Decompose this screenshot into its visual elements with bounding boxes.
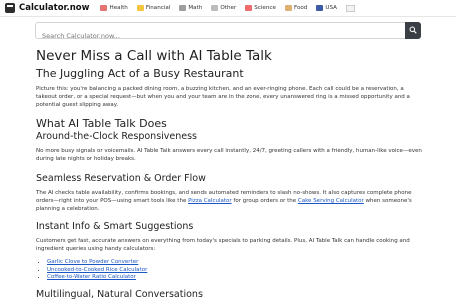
search-icon [409, 26, 417, 34]
nav-item-label: Math [188, 5, 203, 11]
coffee-ratio-calculator-link[interactable]: Coffee-to-Water Ratio Calculator [47, 274, 136, 280]
list-item: Coffee-to-Water Ratio Calculator [47, 274, 422, 282]
subsection-heading: Seamless Reservation & Order Flow [36, 173, 206, 184]
pizza-calculator-link[interactable]: Pizza Calculator [188, 198, 232, 204]
section-heading: What AI Table Talk Does [36, 117, 167, 130]
nav-item-math[interactable]: Math [176, 2, 205, 14]
nav-item-usa[interactable]: USA [313, 2, 340, 14]
subsection-heading: Instant Info & Smart Suggestions [36, 221, 194, 232]
search-input[interactable] [36, 28, 396, 44]
science-icon [245, 5, 253, 11]
subsection-heading: Around-the-Clock Responsiveness [36, 131, 198, 142]
paragraph: No more busy signals or voicemails. AI T… [36, 148, 422, 162]
nav-item-label: Other [220, 5, 237, 11]
language-selector[interactable] [343, 2, 359, 14]
rice-calculator-link[interactable]: Uncooked-to-Cooked Rice Calculator [47, 267, 147, 273]
nav-item-label: USA [325, 5, 337, 11]
nav-item-food[interactable]: Food [282, 2, 310, 14]
health-icon [100, 5, 108, 11]
nav-item-health[interactable]: Health [97, 2, 130, 14]
site-logo-text: Calculator.now [19, 3, 90, 13]
garlic-converter-link[interactable]: Garlic Clove to Powder Converter [47, 259, 138, 265]
nav-item-financial[interactable]: Financial [134, 2, 174, 14]
page-title: Never Miss a Call with AI Table Talk [36, 48, 272, 64]
paragraph-text: for group orders or the [231, 198, 298, 204]
math-icon [179, 5, 187, 11]
paragraph: Customers get fast, accurate answers on … [36, 238, 410, 252]
nav-item-label: Financial [145, 5, 171, 11]
search-bar [35, 22, 421, 44]
calculator-link-list: Garlic Clove to Powder Converter Uncooke… [36, 259, 422, 282]
nav-item-label: Food [293, 5, 308, 11]
nav-item-label: Health [109, 5, 128, 11]
section-heading: The Juggling Act of a Busy Restaurant [36, 67, 244, 80]
search-button[interactable] [405, 22, 421, 39]
food-icon [284, 5, 292, 11]
nav-item-label: Science [254, 5, 276, 11]
top-nav: Calculator.now Health Financial Math Oth… [0, 0, 456, 17]
subsection-heading: Multilingual, Natural Conversations [36, 288, 203, 300]
list-item: Garlic Clove to Powder Converter [47, 259, 422, 267]
language-flag-icon [345, 4, 355, 12]
nav-item-science[interactable]: Science [242, 2, 279, 14]
nav-item-other[interactable]: Other [208, 2, 239, 14]
paragraph: Picture this: you're balancing a packed … [36, 86, 410, 108]
site-logo[interactable]: Calculator.now [5, 3, 89, 13]
financial-icon [136, 5, 144, 11]
calculator-logo-icon [5, 3, 15, 13]
paragraph: The AI checks table availability, confir… [36, 189, 422, 213]
us-flag-icon [316, 5, 324, 11]
other-icon [211, 5, 219, 11]
cake-serving-calculator-link[interactable]: Cake Serving Calculator [298, 198, 364, 204]
article: Never Miss a Call with AI Table Talk The… [36, 49, 422, 300]
list-item: Uncooked-to-Cooked Rice Calculator [47, 267, 422, 275]
